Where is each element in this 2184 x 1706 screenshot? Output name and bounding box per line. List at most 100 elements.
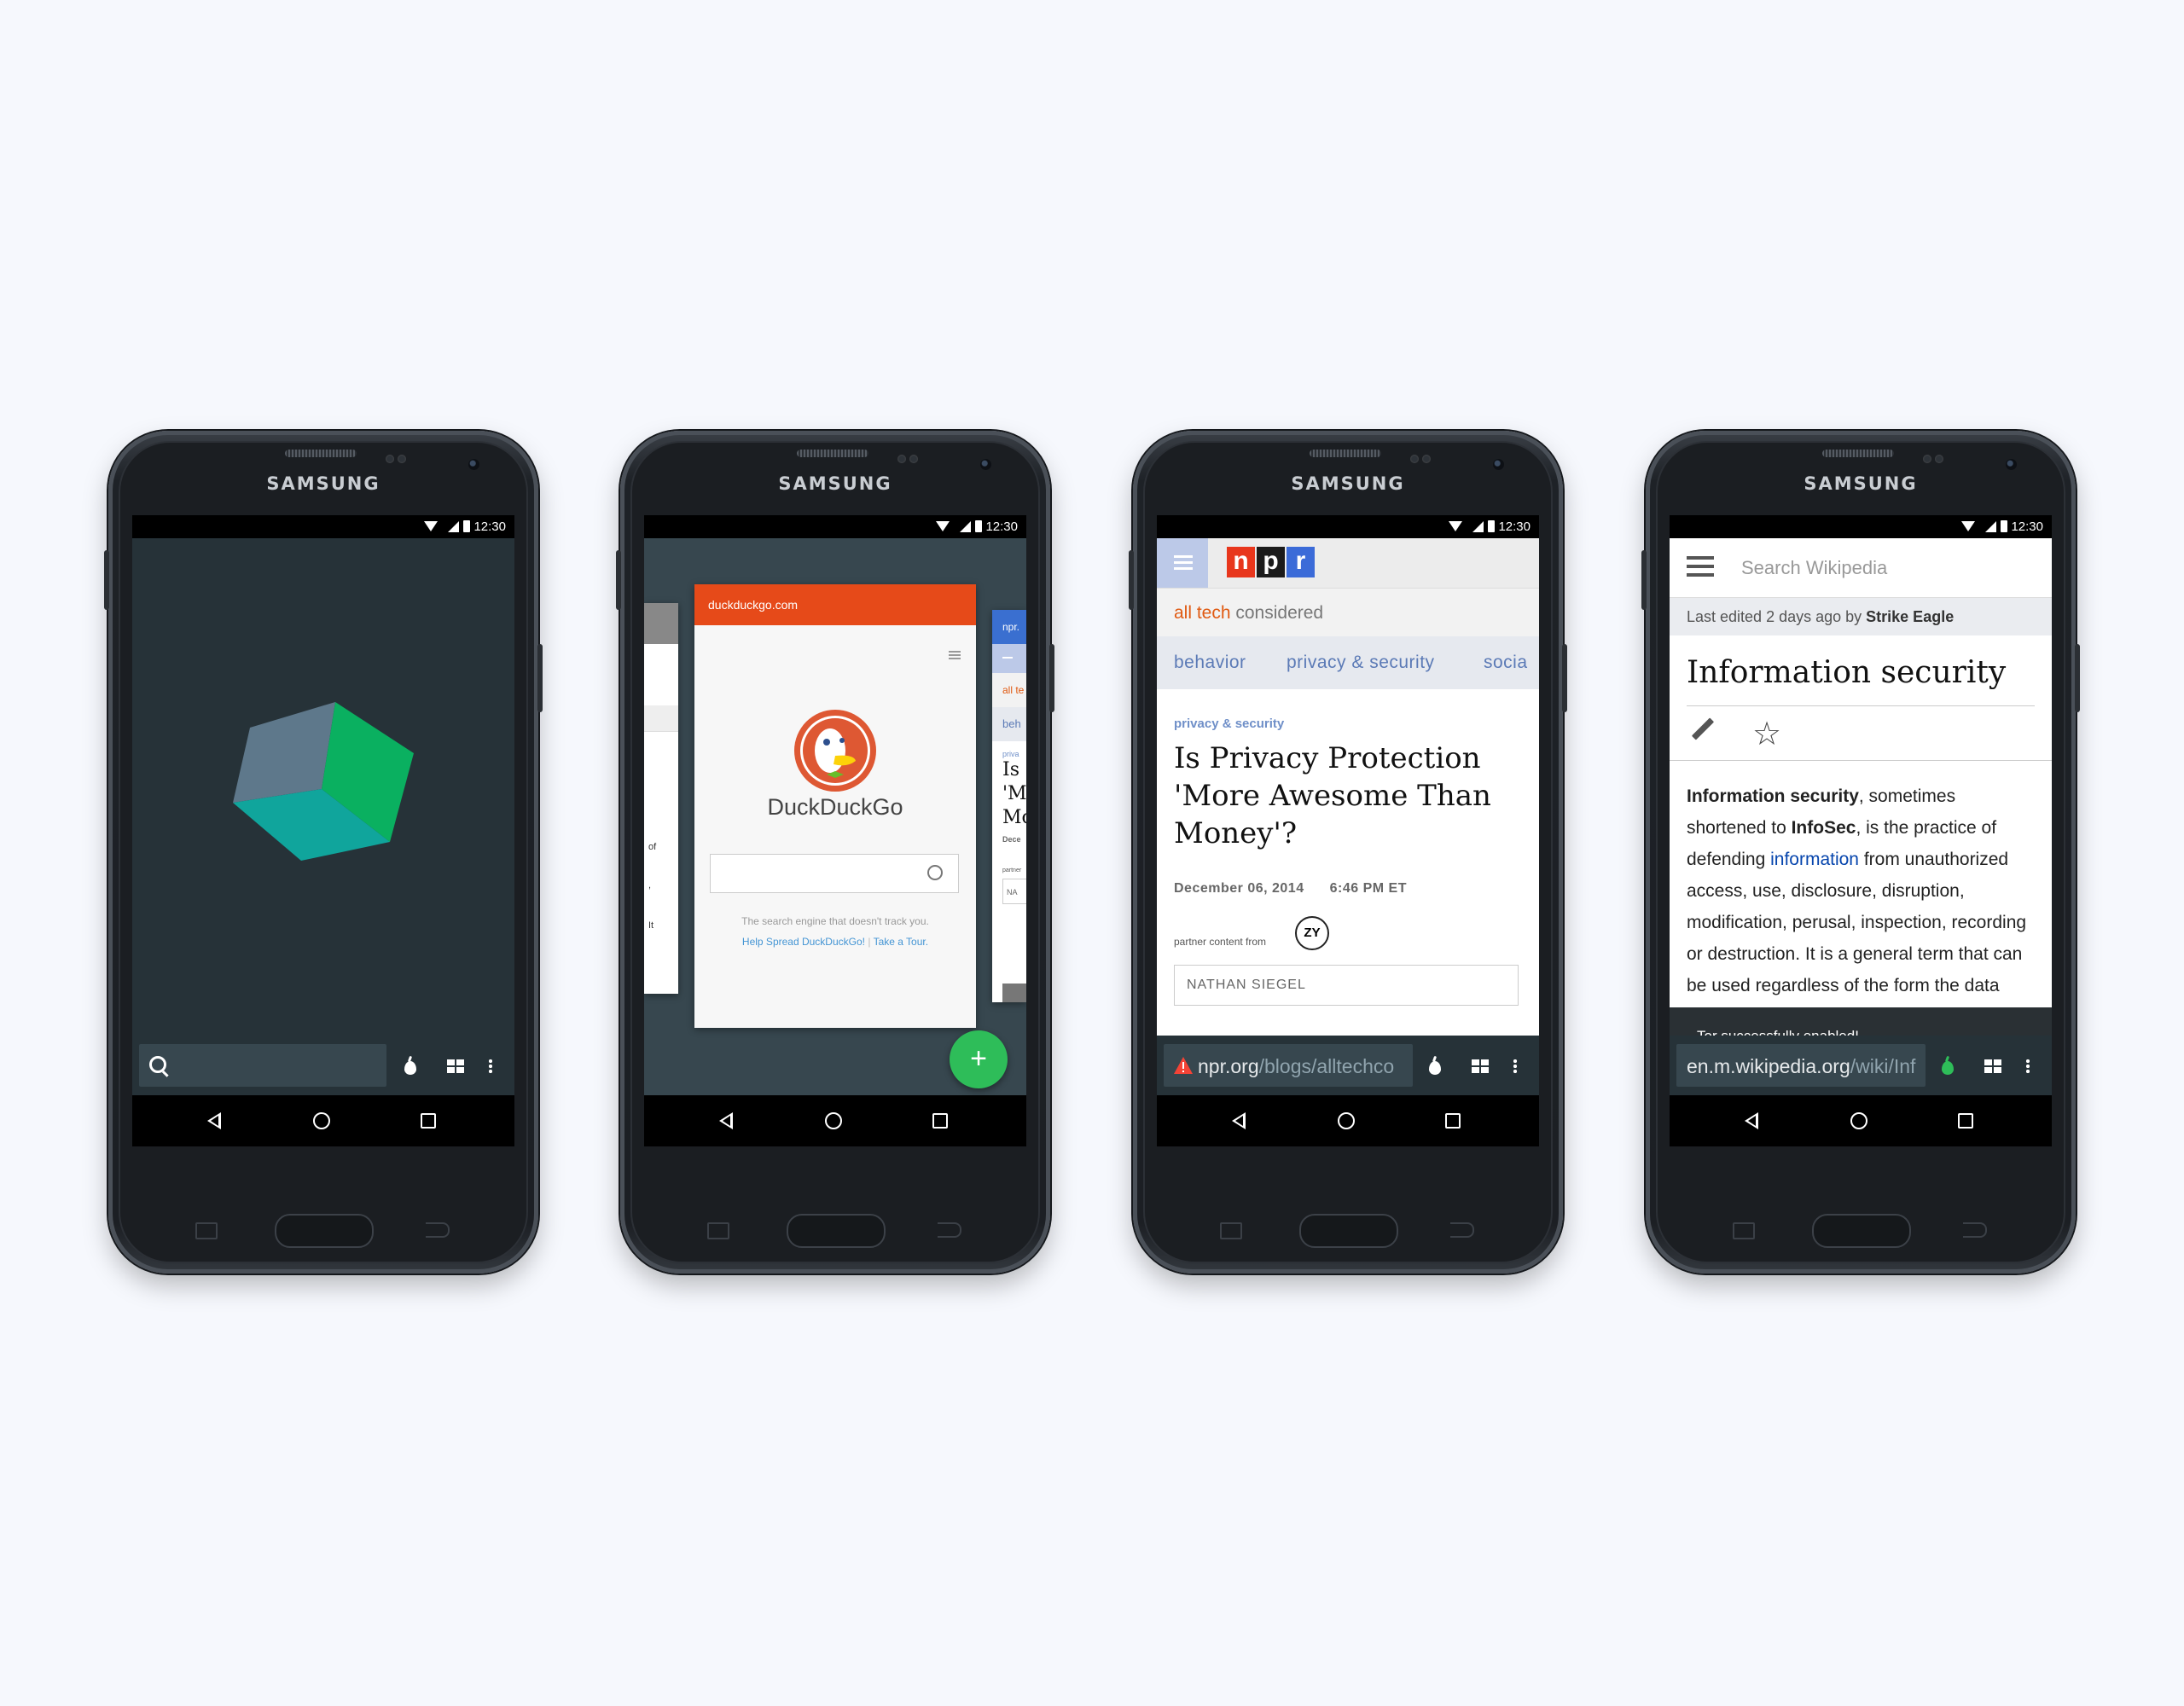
tab-card-left[interactable]: of , It [644,603,678,994]
tabs-icon[interactable] [1472,1059,1489,1073]
recents-icon[interactable] [932,1113,948,1129]
star-icon[interactable]: ☆ [1752,718,1781,751]
search-icon [927,865,943,880]
home-icon[interactable] [313,1112,330,1129]
back-icon[interactable] [207,1112,221,1129]
right-card-title-3: Mo [1002,807,1026,828]
screen: 12:30 npr all tech considered behavior p… [1157,515,1539,1146]
blog-title-highlight: all tech [1174,603,1231,623]
hw-back-key[interactable] [1450,1222,1474,1238]
npr-logo-letter: n [1227,547,1255,577]
splash-screen [132,538,514,1095]
hamburger-icon[interactable] [949,651,961,659]
home-icon[interactable] [1850,1112,1867,1129]
battery-icon [463,520,470,532]
android-nav-bar [1670,1095,2052,1146]
tor-onion-icon[interactable] [404,1061,416,1075]
hw-home-key[interactable] [787,1214,886,1248]
hw-recent-key[interactable] [1733,1222,1755,1239]
duckduckgo-logo-icon [794,710,876,792]
url-host: npr.org [1198,1055,1259,1077]
hw-recent-key[interactable] [1220,1222,1242,1239]
url-host: en.m.wikipedia.org [1687,1055,1850,1077]
npr-header: npr [1157,538,1539,588]
hw-back-key[interactable] [426,1222,450,1238]
npr-logo[interactable]: npr [1227,547,1316,577]
author-byline[interactable]: NATHAN SIEGEL [1174,965,1519,1006]
ddg-tour-link[interactable]: Take a Tour. [874,936,929,948]
hw-recent-key[interactable] [707,1222,729,1239]
back-icon[interactable] [1232,1112,1246,1129]
signal-icon [960,521,971,532]
information-link[interactable]: information [1770,850,1859,869]
ddg-search-input[interactable] [710,854,959,893]
hw-back-key[interactable] [1963,1222,1987,1238]
overflow-menu-icon[interactable] [489,1059,492,1074]
screen: 12:30 [132,515,514,1146]
battery-icon [975,520,982,532]
tab-card-duckduckgo[interactable]: duckduckgo.com DuckDuckGo The search eng [694,584,976,1028]
right-card-author: NA [1002,879,1026,904]
battery-icon [2001,520,2007,532]
url-path: /wiki/Inf [1850,1055,1916,1077]
earpiece-speaker [285,450,357,457]
tabs-icon[interactable] [1984,1059,2001,1073]
article-kicker[interactable]: privacy & security [1174,717,1284,731]
edit-pencil-icon[interactable] [1691,717,1715,740]
page-title: Information security [1687,655,2007,690]
wifi-icon [1961,521,1975,531]
hw-recent-key[interactable] [195,1222,218,1239]
ddg-spread-link[interactable]: Help Spread DuckDuckGo! [742,936,865,948]
recents-icon[interactable] [1958,1113,1973,1129]
category-tab[interactable]: behavior [1174,653,1246,673]
url-bar[interactable]: npr.org/blogs/alltechco [1164,1044,1413,1087]
status-bar: 12:30 [1157,515,1539,538]
back-icon[interactable] [719,1112,733,1129]
browser-toolbar [132,1036,514,1095]
wikipedia-page: Search Wikipedia Last edited 2 days ago … [1670,538,2052,1095]
home-icon[interactable] [825,1112,842,1129]
new-tab-button[interactable]: + [950,1030,1008,1088]
hw-back-key[interactable] [938,1222,961,1238]
blog-title[interactable]: all tech considered [1157,588,1539,636]
recents-icon[interactable] [421,1113,436,1129]
screen: 12:30 Search Wikipedia Last edited 2 day… [1670,515,2052,1146]
right-card-title-1: Is [1002,759,1019,780]
brand-logo: SAMSUNG [1804,473,1918,494]
category-tab[interactable]: privacy & security [1287,653,1435,673]
right-card-date: Dece [1002,835,1021,844]
warning-icon [1174,1057,1193,1074]
category-tab[interactable]: socia [1484,653,1528,673]
brand-logo: SAMSUNG [266,473,380,494]
overflow-menu-icon[interactable] [1513,1059,1517,1074]
right-card-sub: all te [992,673,1026,707]
npr-menu-button[interactable] [1157,538,1208,588]
tabs-icon[interactable] [447,1059,464,1073]
ddg-tagline: The search engine that doesn't track you… [741,915,929,927]
wiki-search-input[interactable]: Search Wikipedia [1741,557,1887,579]
left-card-snip: , [648,880,652,891]
partner-label: partner content from [1174,936,1267,948]
tor-onion-icon[interactable] [1942,1061,1954,1075]
status-time: 12:30 [2011,519,2043,534]
overflow-menu-icon[interactable] [2026,1059,2030,1074]
screen: 12:30 of , It npr. all te beh priva Is '… [644,515,1026,1146]
tor-onion-icon[interactable] [1429,1061,1441,1075]
partner-logo[interactable]: ZY [1295,916,1329,950]
last-edited-bar[interactable]: Last edited 2 days ago by Strike Eagle [1670,598,2052,635]
url-bar[interactable] [139,1044,386,1087]
tab-card-right[interactable]: npr. all te beh priva Is 'M Mo Dece part… [992,610,1026,1002]
signal-icon [448,521,459,532]
hw-home-key[interactable] [275,1214,374,1248]
card-url: duckduckgo.com [694,584,976,625]
back-icon[interactable] [1745,1112,1758,1129]
date-text: December 06, 2014 [1174,881,1304,896]
hw-home-key[interactable] [1299,1214,1398,1248]
url-bar[interactable]: en.m.wikipedia.org/wiki/Inf [1676,1044,1926,1087]
time-text: 6:46 PM ET [1329,881,1407,896]
phone-4: SAMSUNG 12:30 Search Wikipedia Last edit… [1641,431,2080,1274]
article-date: December 06, 2014 6:46 PM ET [1174,881,1407,897]
recents-icon[interactable] [1445,1113,1461,1129]
home-icon[interactable] [1338,1112,1355,1129]
hw-home-key[interactable] [1812,1214,1911,1248]
